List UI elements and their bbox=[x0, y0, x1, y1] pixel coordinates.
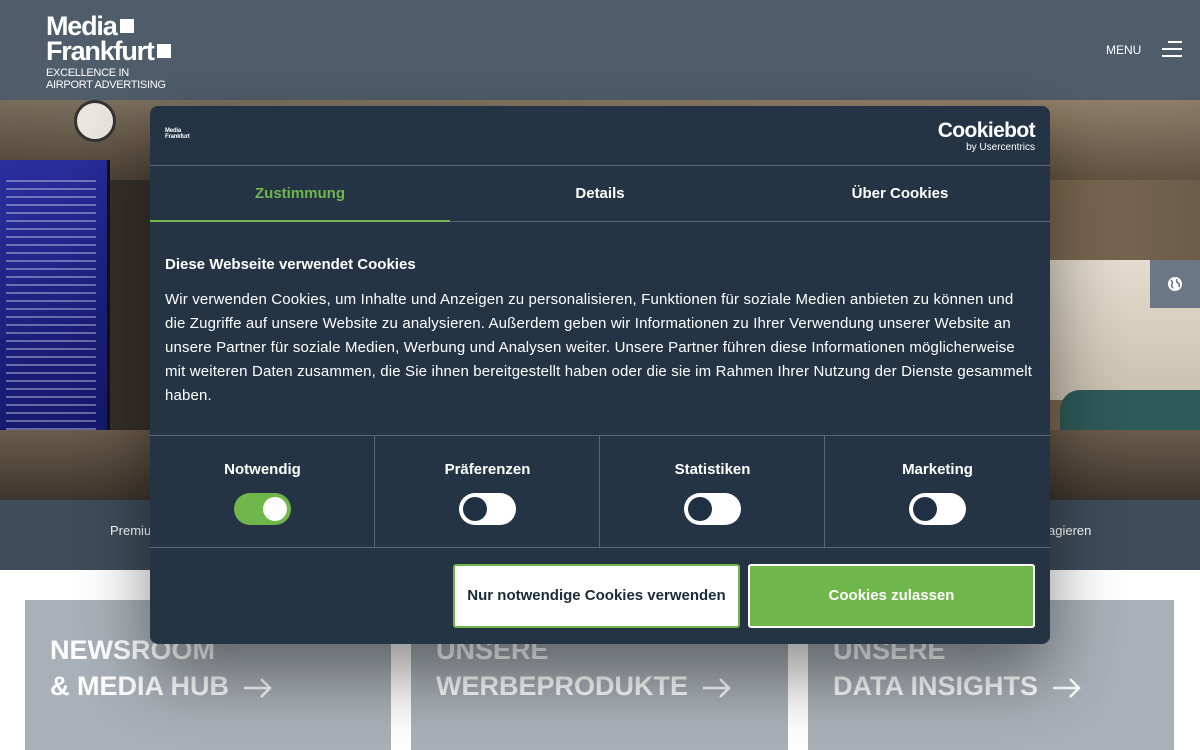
toggle-statistiken[interactable] bbox=[684, 493, 741, 525]
dialog-header: Media Frankfurt Cookiebot by Usercentric… bbox=[150, 106, 1050, 166]
logo-tagline-1: EXCELLENCE IN bbox=[46, 67, 129, 79]
toggle-notwendig[interactable] bbox=[234, 493, 291, 525]
arrow-right-icon bbox=[1053, 677, 1081, 698]
tab-ueber-cookies[interactable]: Über Cookies bbox=[750, 167, 1050, 222]
tab-zustimmung[interactable]: Zustimmung bbox=[150, 167, 450, 222]
cookie-consent-dialog: Media Frankfurt Cookiebot by Usercentric… bbox=[150, 106, 1050, 644]
logo-square bbox=[156, 44, 171, 58]
menu-label[interactable]: MENU bbox=[1106, 43, 1141, 57]
tile-title-text: DATA INSIGHTS bbox=[833, 671, 1038, 701]
logo-square bbox=[119, 19, 134, 33]
language-button[interactable] bbox=[1150, 260, 1200, 308]
site-header: Media Frankfurt EXCELLENCE IN AIRPORT AD… bbox=[0, 0, 1200, 100]
tile-title-line-2: & MEDIA HUB bbox=[50, 668, 273, 704]
toggle-cell-marketing: Marketing bbox=[825, 436, 1050, 548]
toggle-label: Notwendig bbox=[224, 461, 301, 478]
dialog-heading: Diese Webseite verwendet Cookies bbox=[165, 256, 416, 273]
toggle-cell-praeferenzen: Präferenzen bbox=[375, 436, 600, 548]
toggle-praeferenzen[interactable] bbox=[459, 493, 516, 525]
dialog-description: Wir verwenden Cookies, um Inhalte und An… bbox=[165, 291, 1033, 404]
cookiebot-name: Cookiebot bbox=[937, 119, 1036, 142]
toggle-marketing[interactable] bbox=[909, 493, 966, 525]
cookiebot-logo[interactable]: Cookiebot by Usercentrics bbox=[937, 119, 1036, 154]
toggle-knob bbox=[913, 497, 937, 521]
tile-title-line-2: DATA INSIGHTS bbox=[833, 668, 1082, 704]
toggle-label: Marketing bbox=[902, 461, 973, 478]
hamburger-icon[interactable] bbox=[1160, 41, 1182, 59]
toggle-cell-notwendig: Notwendig bbox=[150, 436, 375, 548]
consent-toggles: Notwendig Präferenzen Statistiken Market… bbox=[150, 435, 1050, 548]
necessary-cookies-button[interactable]: Nur notwendige Cookies verwenden bbox=[453, 564, 740, 628]
tile-title-line-2: WERBEPRODUKTE bbox=[436, 668, 732, 704]
clock bbox=[74, 100, 116, 142]
media-frankfurt-logo[interactable]: Media Frankfurt EXCELLENCE IN AIRPORT AD… bbox=[46, 13, 171, 91]
toggle-label: Präferenzen bbox=[444, 461, 531, 478]
cookiebot-by: by Usercentrics bbox=[966, 142, 1035, 153]
arrow-right-icon bbox=[244, 677, 272, 698]
logo-tagline-2: AIRPORT ADVERTISING bbox=[46, 79, 166, 91]
subnav-item-left[interactable]: Premiu bbox=[110, 523, 151, 538]
allow-cookies-button[interactable]: Cookies zulassen bbox=[748, 564, 1035, 628]
toggle-label: Statistiken bbox=[674, 461, 751, 478]
tab-details[interactable]: Details bbox=[450, 167, 750, 222]
toggle-knob bbox=[463, 497, 487, 521]
dialog-tabs: Zustimmung Details Über Cookies bbox=[150, 167, 1050, 222]
toggle-cell-statistiken: Statistiken bbox=[600, 436, 825, 548]
tile-title-text: WERBEPRODUKTE bbox=[436, 671, 689, 701]
logo-line-2: Frankfurt bbox=[46, 36, 171, 66]
arrow-right-icon bbox=[703, 677, 731, 698]
media-frankfurt-mini-logo: Media Frankfurt bbox=[165, 128, 190, 140]
subnav-item-right[interactable]: agieren bbox=[1048, 523, 1091, 538]
dialog-body: Diese Webseite verwendet Cookies Wir ver… bbox=[165, 256, 1035, 408]
mini-logo-line-2: Frankfurt bbox=[165, 134, 190, 140]
logo-word-frankfurt: Frankfurt bbox=[46, 36, 155, 66]
toggle-knob bbox=[688, 497, 712, 521]
globe-icon bbox=[1168, 277, 1182, 291]
tile-title-text: & MEDIA HUB bbox=[50, 671, 229, 701]
departure-board bbox=[0, 160, 110, 445]
toggle-knob bbox=[263, 497, 287, 521]
